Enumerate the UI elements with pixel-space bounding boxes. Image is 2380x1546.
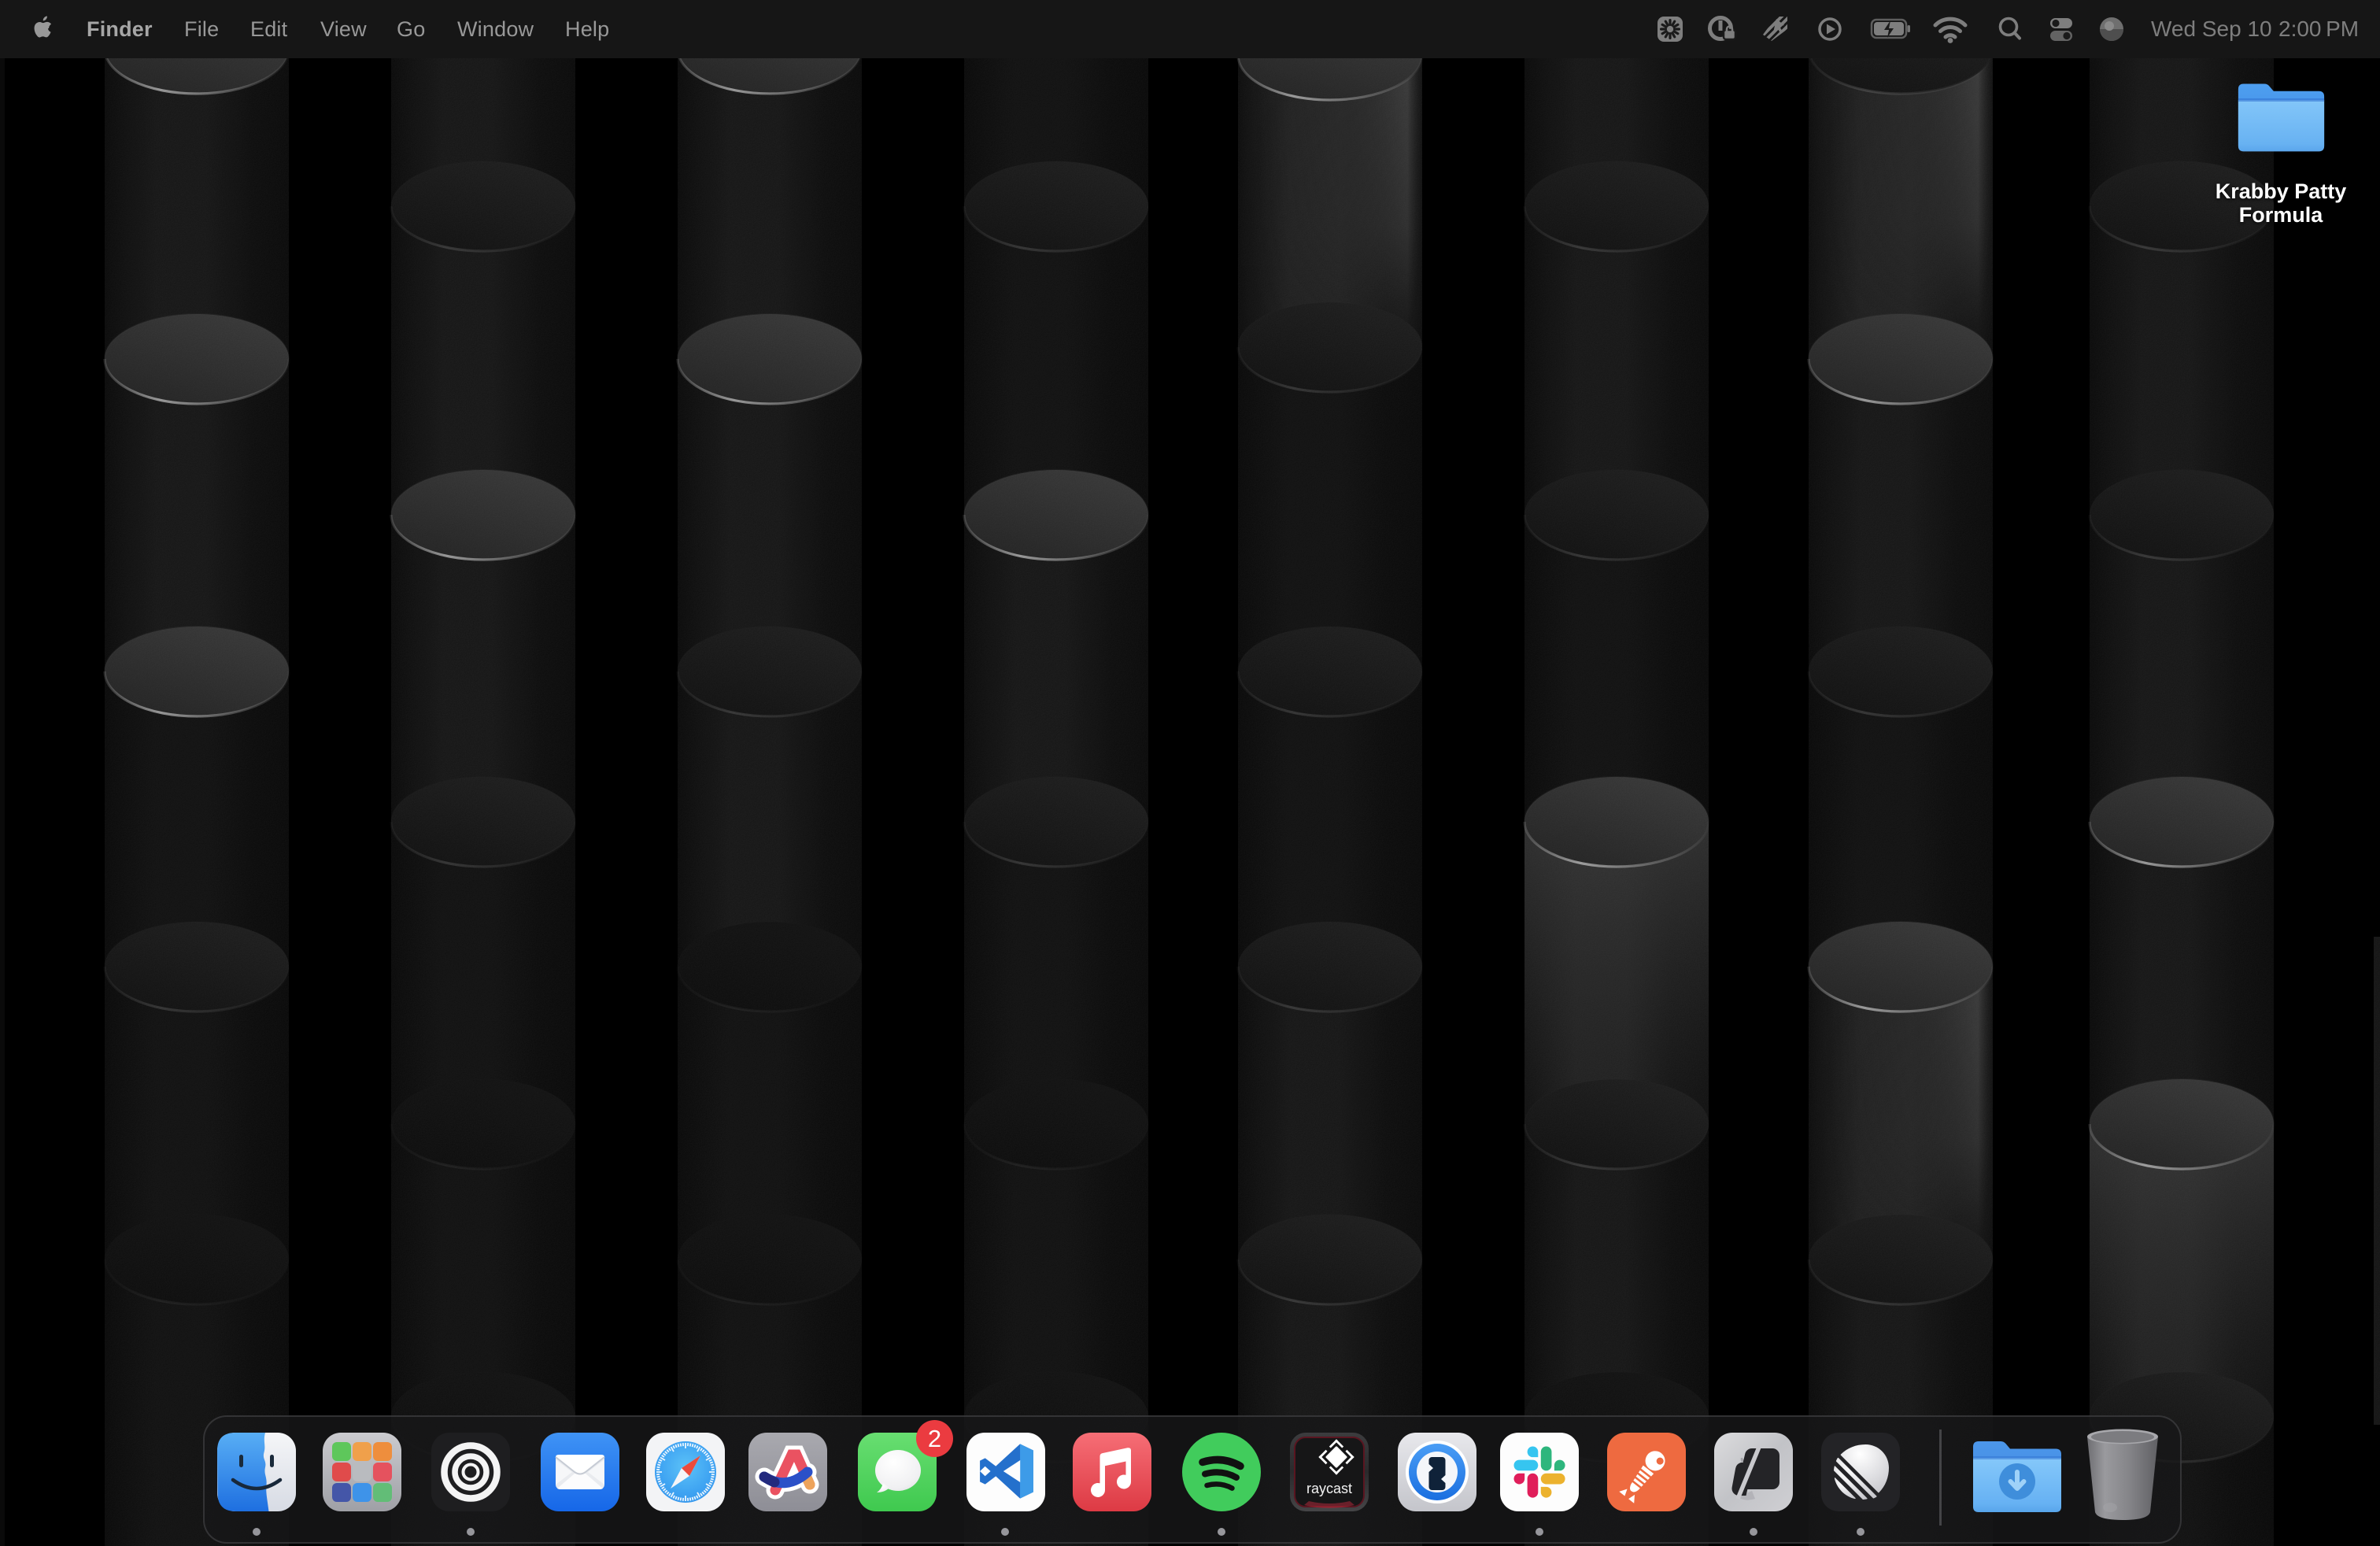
svg-text:raycast: raycast [1306,1481,1352,1496]
